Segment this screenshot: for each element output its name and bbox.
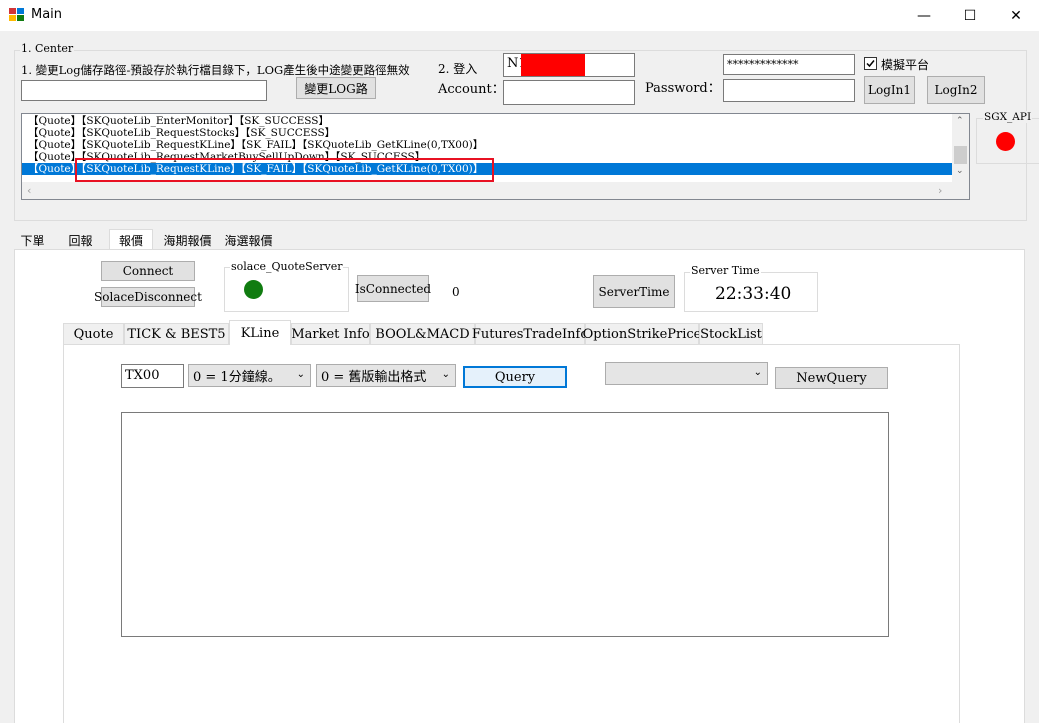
simulate-label: 模擬平台 [881,58,930,72]
query-button[interactable]: Query [463,366,567,388]
server-time-button[interactable]: ServerTime [593,275,675,308]
solace-server-label: solace_QuoteServer [230,260,344,273]
kline-type-value: 0 = 1分鐘線。 [193,370,281,385]
highlight-annotation [75,158,494,182]
title-bar: Main — ☐ ✕ [0,0,1039,31]
password-label: Password： [645,81,721,96]
sgx-status-indicator [996,132,1015,151]
kline-type-select[interactable]: 0 = 1分鐘線。 ⌄ [188,364,311,387]
check-icon [866,60,875,68]
tab-overseas-options-quote[interactable]: 海選報價 [221,231,276,249]
server-time-value: 22:33:40 [715,284,792,304]
tab-quote[interactable]: 報價 [109,229,153,250]
subtab-quote[interactable]: Quote [63,323,124,344]
chevron-down-icon: ⌄ [296,369,305,380]
log-horizontal-scrollbar[interactable]: ‹ › [22,182,952,199]
account-label: Account： [438,82,505,97]
app-icon [9,8,25,22]
window-title: Main [31,7,63,22]
connect-button[interactable]: Connect [101,261,195,281]
simulate-checkbox[interactable] [864,57,877,70]
password2-input[interactable] [723,79,855,102]
log-vertical-scrollbar[interactable]: ⌃ ⌄ [952,114,969,182]
scroll-corner [952,182,969,199]
tab-report[interactable]: 回報 [64,231,97,249]
log-line[interactable]: 【Quote】【SKQuoteLib_EnterMonitor】【SK_SUCC… [22,115,969,127]
password-input[interactable]: ************* [723,54,855,75]
solace-disconnect-button[interactable]: SolaceDisconnect [94,287,202,307]
account-input[interactable] [503,80,635,105]
is-connected-button[interactable]: IsConnected [355,275,431,302]
chevron-down-icon: ⌄ [753,367,762,378]
login-label: 2. 登入 [438,62,478,76]
subtab-kline[interactable]: KLine [229,320,291,345]
minimize-button[interactable]: — [901,0,947,31]
solace-server-groupbox [224,267,349,312]
kline-output-textarea[interactable] [121,412,889,637]
center-group-label: 1. Center [20,42,75,55]
main-tabstrip: 下單 回報 報價 海期報價 海選報價 [14,229,279,250]
maximize-button[interactable]: ☐ [947,0,993,31]
scroll-down-icon[interactable]: ⌄ [956,166,964,176]
login1-button[interactable]: LogIn1 [864,76,915,104]
solace-status-indicator [244,280,263,299]
is-connected-value: 0 [452,285,460,299]
subtab-option-strike-price[interactable]: OptionStrikePrice [583,323,701,344]
scroll-up-icon[interactable]: ⌃ [956,116,964,126]
account-id-input[interactable]: N1 [503,53,635,77]
output-format-value: 0 = 舊版輸出格式 [321,370,427,385]
close-button[interactable]: ✕ [993,0,1039,31]
log-path-label: 1. 變更Log儲存路徑-預設存於執行檔目錄下，LOG產生後中途變更路徑無效 [21,63,410,77]
scroll-left-icon[interactable]: ‹ [27,184,31,197]
tab-order[interactable]: 下單 [14,231,51,249]
output-format-select[interactable]: 0 = 舊版輸出格式 ⌄ [316,364,456,387]
subtab-tick-best5[interactable]: TICK & BEST5 [124,323,229,344]
symbol-input[interactable]: TX00 [121,364,184,388]
log-line[interactable]: 【Quote】【SKQuoteLib_RequestKLine】【SK_FAIL… [22,139,969,151]
change-log-path-button[interactable]: 變更LOG路 [296,77,376,99]
scroll-right-icon[interactable]: › [938,184,942,197]
subtab-bool-macd[interactable]: BOOL&MACD [370,323,475,344]
redaction-block [521,54,585,76]
new-query-button[interactable]: NewQuery [775,367,888,389]
server-time-label: Server Time [690,264,761,277]
log-line[interactable]: 【Quote】【SKQuoteLib_RequestStocks】【SK_SUC… [22,127,969,139]
subtab-futures-trade-info[interactable]: FuturesTradeInfo [472,323,588,344]
new-query-select[interactable]: ⌄ [605,362,768,385]
subtab-market-info[interactable]: Market Info [291,323,370,344]
active-tab-joiner [230,343,290,345]
scroll-thumb[interactable] [954,146,967,164]
chevron-down-icon: ⌄ [441,369,450,380]
sgx-label: SGX_API [983,111,1032,123]
log-path-input[interactable] [21,80,267,101]
log-listbox[interactable]: 【Quote】【SKQuoteLib_EnterMonitor】【SK_SUCC… [21,113,970,200]
subtab-stock-list[interactable]: StockList [699,323,763,344]
login2-button[interactable]: LogIn2 [927,76,985,104]
tab-overseas-futures-quote[interactable]: 海期報價 [160,231,215,249]
